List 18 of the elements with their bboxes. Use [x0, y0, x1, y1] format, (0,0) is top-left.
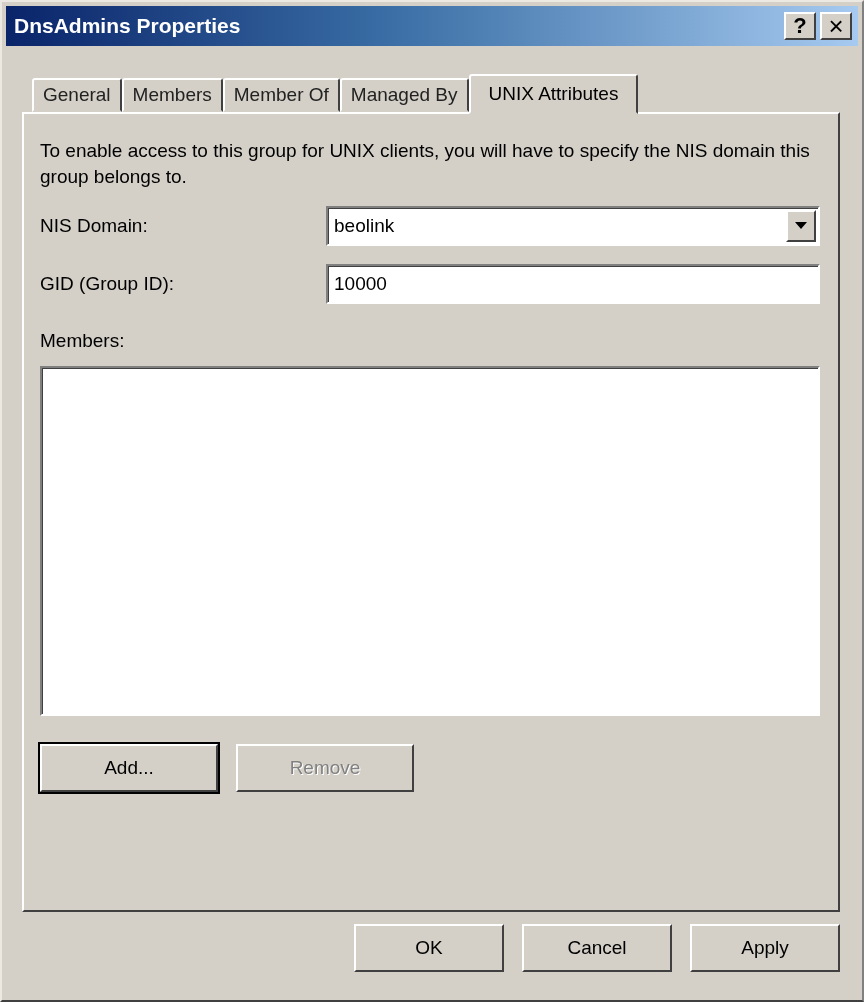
close-button[interactable]: × — [820, 12, 852, 40]
members-label: Members: — [40, 330, 126, 352]
member-button[interactable]: Add... — [40, 744, 218, 792]
tab[interactable]: Members — [121, 78, 223, 112]
tab[interactable]: UNIX Attributes — [468, 74, 639, 114]
gid-input-field[interactable]: 10000 — [326, 264, 820, 304]
dialog-button[interactable]: OK — [354, 924, 504, 972]
tab[interactable]: General — [32, 78, 122, 112]
description-text: To enable access to this group for UNIX clients, you will have to specify the NIS domain this group belongs to. — [40, 139, 811, 189]
help-button[interactable]: ? — [784, 12, 816, 40]
window-title: DnsAdmins Properties — [14, 14, 242, 38]
field-label: NIS Domain: — [40, 215, 149, 237]
dialog-button[interactable]: Cancel — [522, 924, 672, 972]
field-label: GID (Group ID): — [40, 273, 176, 295]
tab[interactable]: Managed By — [339, 78, 469, 112]
dialog-button[interactable]: Apply — [690, 924, 840, 972]
tab[interactable]: Member Of — [222, 78, 340, 112]
nis-domain-dropdown[interactable]: beolink — [326, 206, 820, 246]
